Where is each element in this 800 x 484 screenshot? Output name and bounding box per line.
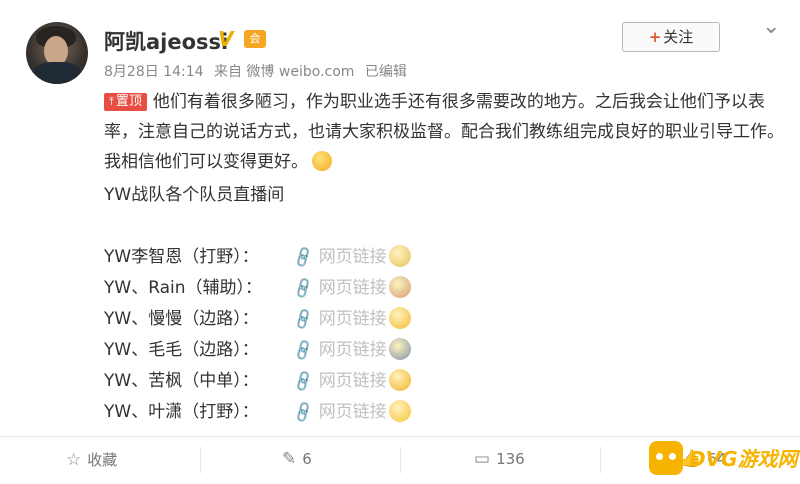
repost-button[interactable]: ✎ 6 [282, 449, 312, 469]
emoji-icon [388, 369, 411, 391]
comment-count: 136 [496, 450, 525, 468]
repost-count: 6 [302, 450, 312, 468]
player-row: YW、叶潇（打野）： 🔗 网页链接 [104, 398, 411, 426]
pinned-label: 置顶 [115, 94, 142, 109]
emoji-icon [388, 307, 411, 329]
player-row: YW、Rain（辅助）： 🔗 网页链接 [104, 274, 411, 302]
emoji-icon [388, 400, 411, 422]
post-meta: 8月28日 14:14 来自 微博 weibo.com 已编辑 [104, 61, 413, 81]
player-name: YW、慢慢（边路）： [104, 309, 259, 329]
player-row: YW、苦枫（中单）： 🔗 网页链接 [104, 367, 411, 395]
player-row: YW、慢慢（边路）： 🔗 网页链接 [104, 305, 411, 333]
player-row: YW、毛毛（边路）： 🔗 网页链接 [104, 336, 411, 364]
avatar[interactable] [26, 22, 88, 84]
divider [400, 447, 401, 473]
pinned-badge: ⤒ 置顶 [104, 93, 147, 111]
post-date[interactable]: 8月28日 14:14 [104, 64, 204, 80]
follow-label: 关注 [663, 28, 694, 46]
gamepad-icon [649, 441, 683, 475]
web-link[interactable]: 网页链接 [319, 309, 387, 329]
web-link[interactable]: 网页链接 [319, 340, 387, 360]
emoji-icon [388, 245, 411, 267]
avatar-body [32, 62, 82, 84]
web-link[interactable]: 网页链接 [319, 247, 387, 267]
player-name: YW、Rain（辅助）： [104, 278, 263, 298]
username[interactable]: 阿凯ajeossi [104, 26, 228, 56]
player-name: YW李智恩（打野）： [104, 247, 259, 267]
plus-icon: + [648, 28, 662, 46]
repost-icon: ✎ [282, 449, 297, 469]
verified-badge-icon: V [218, 27, 234, 51]
emoji-icon [388, 276, 411, 298]
follow-button[interactable]: + 关注 [622, 22, 720, 52]
post-body: ⤒ 置顶 他们有着很多陋习，作为职业选手还有很多需要改的地方。之后我会让他们予以表率… [104, 87, 784, 177]
post-source: 来自 微博 weibo.com [213, 64, 355, 80]
web-link[interactable]: 网页链接 [319, 371, 387, 391]
emoji-icon [312, 151, 332, 171]
web-link[interactable]: 网页链接 [319, 402, 387, 422]
chevron-down-icon[interactable]: ⌄ [762, 14, 780, 39]
pin-icon: ⤒ [109, 95, 114, 108]
watermark-text: DVG游戏网 [689, 447, 798, 471]
favorite-label: 收藏 [87, 451, 118, 469]
star-icon: ☆ [66, 450, 82, 470]
comment-icon: ▭ [474, 449, 491, 469]
favorite-button[interactable]: ☆ 收藏 [66, 449, 117, 470]
watermark-logo: DVG游戏网 [645, 437, 798, 479]
post-edited[interactable]: 已编辑 [365, 64, 407, 80]
player-name: YW、叶潇（打野）： [104, 402, 259, 422]
player-name: YW、毛毛（边路）： [104, 340, 259, 360]
web-link[interactable]: 网页链接 [319, 278, 387, 298]
divider [600, 447, 601, 473]
player-name: YW、苦枫（中单）： [104, 371, 259, 391]
team-line: YW战队各个队员直播间 [104, 185, 285, 205]
post-text: 他们有着很多陋习，作为职业选手还有很多需要改的地方。之后我会让他们予以表率，注意… [104, 92, 784, 172]
vip-badge-icon: 会 [244, 30, 266, 48]
player-row: YW李智恩（打野）： 🔗 网页链接 [104, 243, 411, 271]
divider [200, 447, 201, 473]
emoji-icon [388, 338, 411, 360]
comment-button[interactable]: ▭ 136 [474, 449, 525, 469]
